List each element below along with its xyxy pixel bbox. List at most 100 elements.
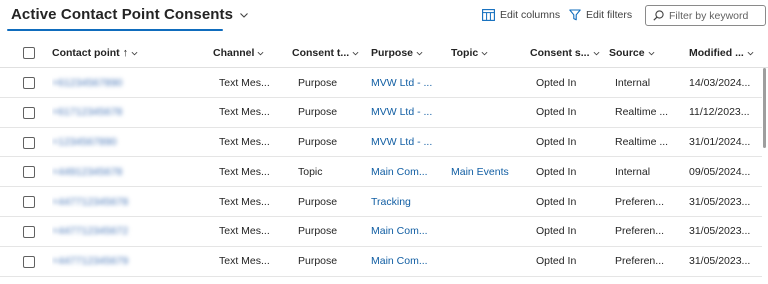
column-header-consent-status[interactable]: Consent s... <box>530 38 600 68</box>
view-selector[interactable]: Active Contact Point Consents <box>11 6 249 23</box>
table-row[interactable]: +44912345678 Text Mes... Topic Main Com.… <box>0 157 762 188</box>
consent-type-cell: Purpose <box>298 255 338 268</box>
chevron-down-icon <box>416 51 423 55</box>
sort-ascending-icon: ↑ <box>122 47 129 59</box>
topic-link[interactable] <box>451 68 523 97</box>
chevron-down-icon <box>131 51 138 55</box>
search-icon <box>653 10 664 21</box>
contact-point-link[interactable]: +447712345679 <box>52 247 202 276</box>
column-header-modified[interactable]: Modified ... <box>689 38 754 68</box>
column-header-label: Contact point <box>52 47 120 59</box>
table-row[interactable]: +447712345672 Text Mes... Purpose Main C… <box>0 217 762 247</box>
edit-columns-label: Edit columns <box>500 9 561 21</box>
filter-keyword-input[interactable] <box>669 9 764 22</box>
chevron-down-icon <box>481 51 488 55</box>
channel-cell: Text Mes... <box>219 136 270 149</box>
edit-columns-icon <box>482 9 495 21</box>
chevron-down-icon <box>257 51 264 55</box>
column-header-label: Modified ... <box>689 47 744 59</box>
modified-cell: 11/12/2023... <box>689 106 750 119</box>
modified-cell: 31/05/2023... <box>689 255 751 268</box>
consent-status-cell: Opted In <box>536 165 577 178</box>
column-header-label: Purpose <box>371 47 414 59</box>
consent-type-cell: Topic <box>298 165 323 178</box>
source-cell: Realtime ... <box>615 136 669 149</box>
row-checkbox[interactable] <box>23 106 35 119</box>
column-header-label: Source <box>609 47 645 59</box>
row-checkbox[interactable] <box>23 255 35 268</box>
table-row[interactable]: +447712345679 Text Mes... Purpose Main C… <box>0 247 762 277</box>
topic-link[interactable] <box>451 128 523 157</box>
column-header-topic[interactable]: Topic <box>451 38 488 68</box>
modified-cell: 14/03/2024... <box>689 76 751 89</box>
filter-search-box[interactable] <box>645 5 766 26</box>
contact-point-link[interactable]: +447712345672 <box>52 217 202 246</box>
column-header-label: Consent s... <box>530 47 590 59</box>
chevron-down-icon <box>648 51 655 55</box>
row-checkbox[interactable] <box>23 77 35 89</box>
channel-cell: Text Mes... <box>219 195 270 208</box>
consent-status-cell: Opted In <box>536 255 577 268</box>
source-cell: Internal <box>615 165 651 178</box>
column-header-source[interactable]: Source <box>609 38 655 68</box>
purpose-link[interactable]: Main Com... <box>371 247 443 276</box>
row-checkbox[interactable] <box>23 136 35 149</box>
table-row[interactable]: +61234567890 Text Mes... Purpose MVW Ltd… <box>0 68 762 98</box>
row-checkbox[interactable] <box>23 225 35 238</box>
topic-link[interactable] <box>451 187 523 216</box>
source-cell: Preferen... <box>615 195 665 208</box>
edit-filters-button[interactable]: Edit filters <box>569 9 632 21</box>
purpose-link[interactable]: Tracking <box>371 187 443 216</box>
topic-link[interactable] <box>451 98 523 127</box>
purpose-link[interactable]: MVW Ltd - ... <box>371 68 443 97</box>
consent-type-cell: Purpose <box>298 195 338 208</box>
chevron-down-icon <box>593 51 599 55</box>
source-cell: Internal <box>615 76 651 89</box>
table-row[interactable]: +61712345678 Text Mes... Purpose MVW Ltd… <box>0 98 762 128</box>
select-all-checkbox[interactable] <box>23 47 35 59</box>
contact-point-link[interactable]: +1234567890 <box>52 128 202 157</box>
modified-cell: 31/01/2024... <box>689 136 751 149</box>
column-header-consent-type[interactable]: Consent t... <box>292 38 359 68</box>
chevron-down-icon <box>240 12 248 18</box>
view-title-underline <box>7 29 223 31</box>
topic-link[interactable] <box>451 217 523 246</box>
column-header-label: Topic <box>451 47 479 59</box>
topic-link[interactable]: Main Events <box>451 157 523 186</box>
contact-point-link[interactable]: +61234567890 <box>52 68 202 97</box>
modified-cell: 31/05/2023... <box>689 195 751 208</box>
column-header-channel[interactable]: Channel <box>213 38 264 68</box>
row-checkbox[interactable] <box>23 166 35 179</box>
vertical-scrollbar[interactable] <box>763 68 766 148</box>
consent-type-cell: Purpose <box>298 76 338 89</box>
consent-type-cell: Purpose <box>298 136 338 149</box>
contact-point-link[interactable]: +61712345678 <box>52 98 202 127</box>
edit-columns-button[interactable]: Edit columns <box>482 9 560 21</box>
consent-type-cell: Purpose <box>298 106 338 119</box>
consent-status-cell: Opted In <box>536 106 577 119</box>
purpose-link[interactable]: MVW Ltd - ... <box>371 128 443 157</box>
purpose-link[interactable]: Main Com... <box>371 157 443 186</box>
column-header-contact-point[interactable]: Contact point ↑ <box>52 38 138 68</box>
chevron-down-icon <box>747 51 754 55</box>
channel-cell: Text Mes... <box>219 106 270 119</box>
source-cell: Preferen... <box>615 225 665 238</box>
table-row[interactable]: +447712345678 Text Mes... Purpose Tracki… <box>0 187 762 217</box>
column-header-purpose[interactable]: Purpose <box>371 38 423 68</box>
contact-point-link[interactable]: +44912345678 <box>52 157 202 186</box>
filter-icon <box>569 9 581 21</box>
source-cell: Preferen... <box>615 255 665 268</box>
view-title: Active Contact Point Consents <box>11 6 234 23</box>
grid-header: Contact point ↑ Channel Consent t... Pur… <box>0 38 768 68</box>
channel-cell: Text Mes... <box>219 76 270 89</box>
view-header: Active Contact Point Consents Edit colum… <box>0 0 768 36</box>
table-row[interactable]: +1234567890 Text Mes... Purpose MVW Ltd … <box>0 128 762 158</box>
column-header-label: Channel <box>213 47 255 59</box>
purpose-link[interactable]: MVW Ltd - ... <box>371 98 443 127</box>
topic-link[interactable] <box>451 247 523 276</box>
channel-cell: Text Mes... <box>219 225 270 238</box>
contact-point-link[interactable]: +447712345678 <box>52 187 202 216</box>
purpose-link[interactable]: Main Com... <box>371 217 443 246</box>
row-checkbox[interactable] <box>23 196 35 209</box>
consent-status-cell: Opted In <box>536 225 577 238</box>
